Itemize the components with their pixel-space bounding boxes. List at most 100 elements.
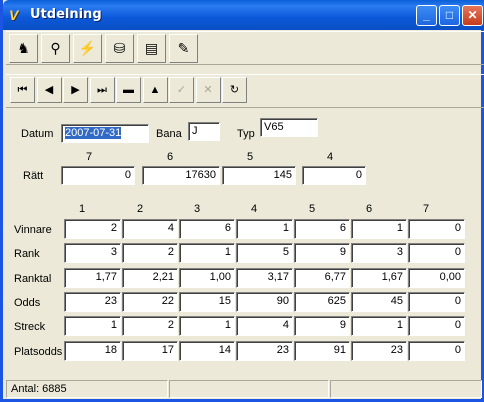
grid-cell[interactable]: 0 bbox=[408, 219, 465, 239]
grid-column-header: 3 bbox=[194, 203, 201, 215]
tool-binoculars-button[interactable]: ⚲ bbox=[41, 34, 70, 63]
grid-cell[interactable]: 1 bbox=[179, 243, 235, 264]
grid-row-label: Vinnare bbox=[14, 224, 52, 236]
nav-next-button[interactable]: ▶ bbox=[63, 77, 88, 103]
tool-horse-button[interactable]: ♞ bbox=[9, 34, 38, 63]
grid-cell[interactable]: 23 bbox=[236, 340, 293, 361]
tool-database-button[interactable]: ⛁ bbox=[105, 34, 134, 63]
grid-cell[interactable]: 14 bbox=[179, 340, 235, 361]
minimize-button[interactable]: _ bbox=[416, 5, 437, 26]
status-panel-3 bbox=[330, 380, 482, 398]
grid-cell[interactable]: 2 bbox=[64, 219, 121, 239]
main-window: V Utdelning _ □ ✕ ♞ ⚲ ⚡ ⛁ ▤ ✎ ⏮ ◀ ▶ ⏭ ▬ ▲ ✓ ✕ ↻ Datum… bbox=[0, 0, 484, 402]
grid-cell[interactable]: 1 bbox=[179, 316, 235, 337]
typ-field[interactable]: V65 bbox=[260, 118, 318, 137]
grid-cell[interactable]: 3,17 bbox=[236, 267, 293, 288]
nav-cancel-button[interactable]: ✕ bbox=[195, 77, 221, 103]
grid-cell[interactable]: 1 bbox=[64, 316, 121, 337]
datum-field[interactable]: 2007-07-31 bbox=[61, 124, 149, 143]
app-icon: V bbox=[9, 7, 19, 23]
grid-cell[interactable]: 0 bbox=[408, 291, 465, 312]
grid-cell[interactable]: 45 bbox=[351, 291, 407, 312]
nav-post-icon: ✓ bbox=[176, 84, 187, 96]
grid-cell[interactable]: 1,77 bbox=[64, 267, 121, 288]
grid-cell[interactable]: 17 bbox=[122, 340, 178, 361]
nav-edit-button[interactable]: ▲ bbox=[142, 77, 168, 103]
grid-cell[interactable]: 0 bbox=[408, 340, 465, 361]
nav-refresh-icon: ↻ bbox=[229, 84, 240, 96]
ratt-field[interactable]: 145 bbox=[222, 166, 296, 185]
grid-cell[interactable]: 5 bbox=[236, 243, 293, 264]
status-count: Antal: 6885 bbox=[6, 380, 168, 398]
bana-label: Bana bbox=[156, 128, 182, 140]
ratt-field[interactable]: 0 bbox=[61, 166, 135, 185]
nav-edit-icon: ▲ bbox=[149, 84, 161, 96]
grid-cell[interactable]: 625 bbox=[294, 291, 350, 312]
tool-horse-icon: ♞ bbox=[17, 40, 30, 56]
nav-next-icon: ▶ bbox=[71, 84, 80, 96]
grid-column-header: 1 bbox=[79, 203, 86, 215]
nav-last-button[interactable]: ⏭ bbox=[89, 77, 115, 103]
ratt-field[interactable]: 17630 bbox=[142, 166, 220, 185]
grid-cell[interactable]: 22 bbox=[122, 291, 178, 312]
grid-cell[interactable]: 18 bbox=[64, 340, 121, 361]
grid-cell[interactable]: 15 bbox=[179, 291, 235, 312]
nav-post-button[interactable]: ✓ bbox=[169, 77, 194, 103]
window-title: Utdelning bbox=[30, 7, 102, 22]
datum-label: Datum bbox=[21, 128, 54, 140]
typ-label: Typ bbox=[237, 128, 255, 140]
tool-lightning-icon: ⚡ bbox=[78, 40, 97, 56]
bana-field[interactable]: J bbox=[188, 122, 220, 141]
grid-cell[interactable]: 1,67 bbox=[351, 267, 407, 288]
grid-cell[interactable]: 1 bbox=[236, 219, 293, 239]
tool-database-icon: ⛁ bbox=[113, 40, 126, 56]
grid-cell[interactable]: 3 bbox=[351, 243, 407, 264]
grid-cell[interactable]: 0 bbox=[408, 243, 465, 264]
grid-cell[interactable]: 23 bbox=[64, 291, 121, 312]
grid-cell[interactable]: 2,21 bbox=[122, 267, 178, 288]
grid-cell[interactable]: 0,00 bbox=[408, 267, 465, 288]
grid-cell[interactable]: 2 bbox=[122, 316, 178, 337]
tool-lightning-button[interactable]: ⚡ bbox=[73, 34, 102, 63]
close-button[interactable]: ✕ bbox=[462, 5, 483, 26]
grid-cell[interactable]: 3 bbox=[64, 243, 121, 264]
tool-binoculars-icon: ⚲ bbox=[50, 40, 61, 56]
status-panel-2 bbox=[169, 380, 329, 398]
grid-cell[interactable]: 2 bbox=[122, 243, 178, 264]
grid-row-label: Platsodds bbox=[14, 345, 63, 358]
grid-row-label: Odds bbox=[14, 296, 41, 309]
title-bar[interactable]: V Utdelning _ □ ✕ bbox=[3, 0, 484, 30]
nav-first-button[interactable]: ⏮ bbox=[10, 77, 35, 103]
nav-first-icon: ⏮ bbox=[17, 84, 28, 96]
grid-cell[interactable]: 0 bbox=[408, 316, 465, 337]
nav-prior-button[interactable]: ◀ bbox=[36, 77, 62, 103]
grid-cell[interactable]: 6,77 bbox=[294, 267, 350, 288]
navigator-toolbar: ⏮ ◀ ▶ ⏭ ▬ ▲ ✓ ✕ ↻ bbox=[6, 74, 484, 108]
grid-cell[interactable]: 6 bbox=[294, 219, 350, 239]
grid-cell[interactable]: 9 bbox=[294, 316, 350, 337]
grid-cell[interactable]: 91 bbox=[294, 340, 350, 361]
grid-cell[interactable]: 90 bbox=[236, 291, 293, 312]
ratt-field[interactable]: 0 bbox=[302, 166, 366, 185]
grid-cell[interactable]: 9 bbox=[294, 243, 350, 264]
ratt-header: 4 bbox=[327, 151, 334, 163]
tool-edit-button[interactable]: ✎ bbox=[169, 34, 198, 63]
grid-cell[interactable]: 23 bbox=[351, 340, 407, 361]
nav-delete-button[interactable]: ▬ bbox=[116, 77, 141, 103]
grid-cell[interactable]: 1,00 bbox=[179, 267, 235, 288]
maximize-button[interactable]: □ bbox=[439, 5, 460, 26]
ratt-label: Rätt bbox=[23, 170, 44, 182]
grid-cell[interactable]: 4 bbox=[122, 219, 178, 239]
grid-column-header: 2 bbox=[137, 203, 144, 215]
grid-column-header: 7 bbox=[423, 203, 430, 215]
grid-cell[interactable]: 1 bbox=[351, 219, 407, 239]
grid-column-header: 6 bbox=[366, 203, 373, 215]
ratt-header: 5 bbox=[247, 151, 254, 163]
tool-print-button[interactable]: ▤ bbox=[137, 34, 166, 63]
grid-column-header: 4 bbox=[251, 203, 258, 215]
grid-cell[interactable]: 6 bbox=[179, 219, 235, 239]
grid-cell[interactable]: 4 bbox=[236, 316, 293, 337]
nav-refresh-button[interactable]: ↻ bbox=[222, 77, 247, 103]
nav-delete-icon: ▬ bbox=[123, 84, 134, 96]
grid-cell[interactable]: 1 bbox=[351, 316, 407, 337]
